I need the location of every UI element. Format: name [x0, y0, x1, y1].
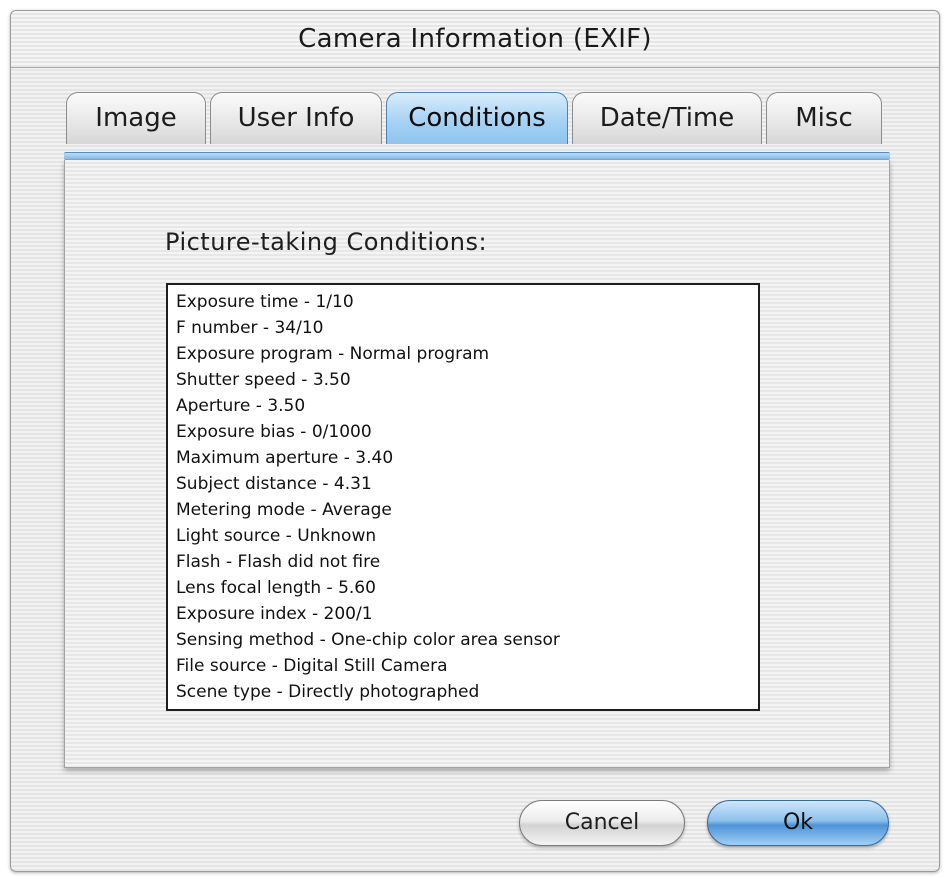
- tab-misc[interactable]: Misc: [766, 92, 882, 144]
- ok-button[interactable]: Ok: [707, 800, 889, 846]
- list-item: Sensing method - One-chip color area sen…: [176, 630, 560, 650]
- tab-image[interactable]: Image: [66, 92, 206, 144]
- list-item: File source - Digital Still Camera: [176, 656, 448, 676]
- list-item: Exposure time - 1/10: [176, 292, 354, 312]
- list-item: Flash - Flash did not fire: [176, 552, 381, 572]
- list-item: Shutter speed - 3.50: [176, 370, 351, 390]
- tab-conditions[interactable]: Conditions: [386, 92, 568, 144]
- list-item: Lens focal length - 5.60: [176, 578, 376, 598]
- list-item: Maximum aperture - 3.40: [176, 448, 394, 468]
- list-item: Scene type - Directly photographed: [176, 682, 480, 702]
- cancel-button[interactable]: Cancel: [519, 800, 685, 846]
- tab-date-time[interactable]: Date/Time: [572, 92, 762, 144]
- list-item: Metering mode - Average: [176, 500, 392, 520]
- list-item: Exposure program - Normal program: [176, 344, 490, 364]
- list-item: Exposure bias - 0/1000: [176, 422, 372, 442]
- list-item: Exposure index - 200/1: [176, 604, 373, 624]
- conditions-list[interactable]: Exposure time - 1/10 F number - 34/10 Ex…: [166, 283, 760, 711]
- tab-bar: Image User Info Conditions Date/Time Mis…: [62, 92, 882, 150]
- list-item: F number - 34/10: [176, 318, 324, 338]
- list-item: Aperture - 3.50: [176, 396, 306, 416]
- list-item: Light source - Unknown: [176, 526, 377, 546]
- section-heading: Picture-taking Conditions:: [165, 228, 488, 256]
- window-title: Camera Information (EXIF): [298, 24, 652, 54]
- tab-user-info[interactable]: User Info: [210, 92, 382, 144]
- tab-underline: [64, 152, 890, 160]
- list-item: Subject distance - 4.31: [176, 474, 372, 494]
- title-bar[interactable]: Camera Information (EXIF): [11, 11, 939, 68]
